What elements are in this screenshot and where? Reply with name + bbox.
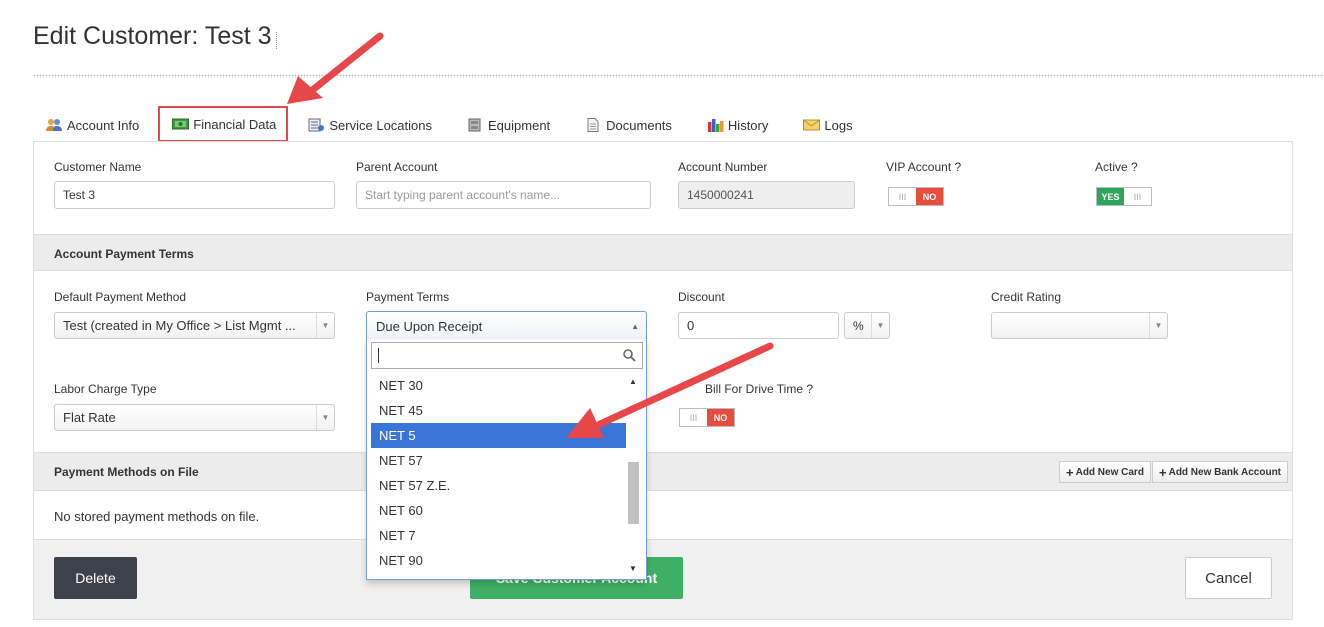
annotation-arrows: [287, 32, 774, 438]
annotation-arrow-icon: [287, 32, 384, 104]
annotation-arrow-icon: [566, 342, 774, 438]
